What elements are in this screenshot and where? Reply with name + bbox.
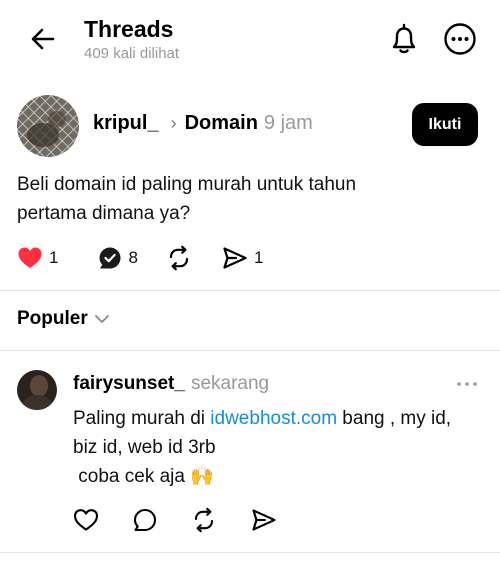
- reply-comment-button[interactable]: [133, 508, 157, 532]
- post-time: 9 jam: [263, 112, 313, 134]
- post-actions: 1 8 1: [17, 244, 289, 272]
- avatar-image: [17, 370, 57, 410]
- raised-hands-emoji: 🙌: [190, 466, 214, 487]
- more-options-button[interactable]: [443, 22, 477, 56]
- reply-share-button[interactable]: [251, 508, 277, 532]
- post-author-row: kripul_ › Domain 9 jam: [93, 112, 313, 135]
- more-circle-icon: [444, 23, 476, 55]
- reply-count: 8: [128, 248, 138, 267]
- sort-label: Populer: [17, 308, 88, 329]
- comment-bubble-icon: [133, 508, 157, 532]
- repost-button[interactable]: [166, 245, 192, 271]
- divider: [0, 552, 500, 553]
- reply-link[interactable]: idwebhost.com: [210, 408, 337, 429]
- reply-text-line: biz id, web id 3rb: [73, 437, 216, 458]
- view-count: 409 kali dilihat: [84, 45, 180, 62]
- reply-text-line: Paling murah di idwebhost.com bang , my …: [73, 404, 493, 433]
- reply-avatar[interactable]: [17, 370, 57, 410]
- heart-icon: [73, 509, 99, 531]
- post-text-line: Beli domain id paling murah untuk tahun: [17, 174, 357, 195]
- divider: [0, 290, 500, 291]
- author-avatar[interactable]: [17, 95, 79, 157]
- reply-author-row: fairysunset_ sekarang: [73, 373, 269, 395]
- reply-text: Paling murah di idwebhost.com bang , my …: [73, 404, 493, 491]
- reply-button[interactable]: 8: [98, 246, 138, 270]
- reply-actions: [73, 507, 311, 533]
- like-count: 1: [49, 248, 59, 267]
- like-button[interactable]: 1: [17, 246, 58, 270]
- divider: [0, 350, 500, 351]
- sort-dropdown[interactable]: Populer: [17, 308, 110, 330]
- share-count: 1: [253, 248, 264, 267]
- top-bar: Threads 409 kali dilihat: [0, 0, 500, 80]
- more-horizontal-icon: [457, 382, 477, 386]
- reply-text-segment: Paling murah di: [73, 408, 211, 429]
- avatar-image: [17, 95, 79, 157]
- reply-text-segment: coba cek aja: [73, 466, 191, 487]
- heart-icon: [18, 247, 42, 268]
- back-button[interactable]: [28, 24, 58, 54]
- repost-icon: [194, 507, 214, 533]
- arrow-left-icon: [31, 28, 55, 50]
- bell-icon: [392, 23, 416, 54]
- send-icon: [252, 509, 276, 531]
- reply-time: sekarang: [190, 373, 270, 394]
- chevron-right-icon: ›: [170, 113, 177, 133]
- share-button[interactable]: 1: [222, 246, 263, 270]
- follow-button[interactable]: Ikuti: [412, 103, 478, 146]
- post-text-line: pertama dimana ya?: [17, 203, 191, 224]
- repost-icon: [169, 245, 189, 271]
- reply-more-button[interactable]: [452, 372, 482, 396]
- notifications-button[interactable]: [388, 22, 420, 56]
- page-title: Threads: [84, 16, 174, 42]
- reply-bubble-icon: [99, 247, 121, 269]
- post-text: Beli domain id paling murah untuk tahun …: [17, 170, 477, 228]
- reply-repost-button[interactable]: [191, 507, 217, 533]
- reply-like-button[interactable]: [73, 508, 99, 532]
- chevron-down-icon: [94, 315, 109, 323]
- post-username[interactable]: kripul_: [93, 112, 159, 135]
- reply-username[interactable]: fairysunset_: [73, 373, 185, 394]
- post-topic[interactable]: Domain: [185, 112, 258, 135]
- reply-text-segment: bang , my id,: [337, 408, 452, 429]
- reply-text-line: coba cek aja 🙌: [73, 462, 493, 491]
- send-icon: [223, 247, 247, 269]
